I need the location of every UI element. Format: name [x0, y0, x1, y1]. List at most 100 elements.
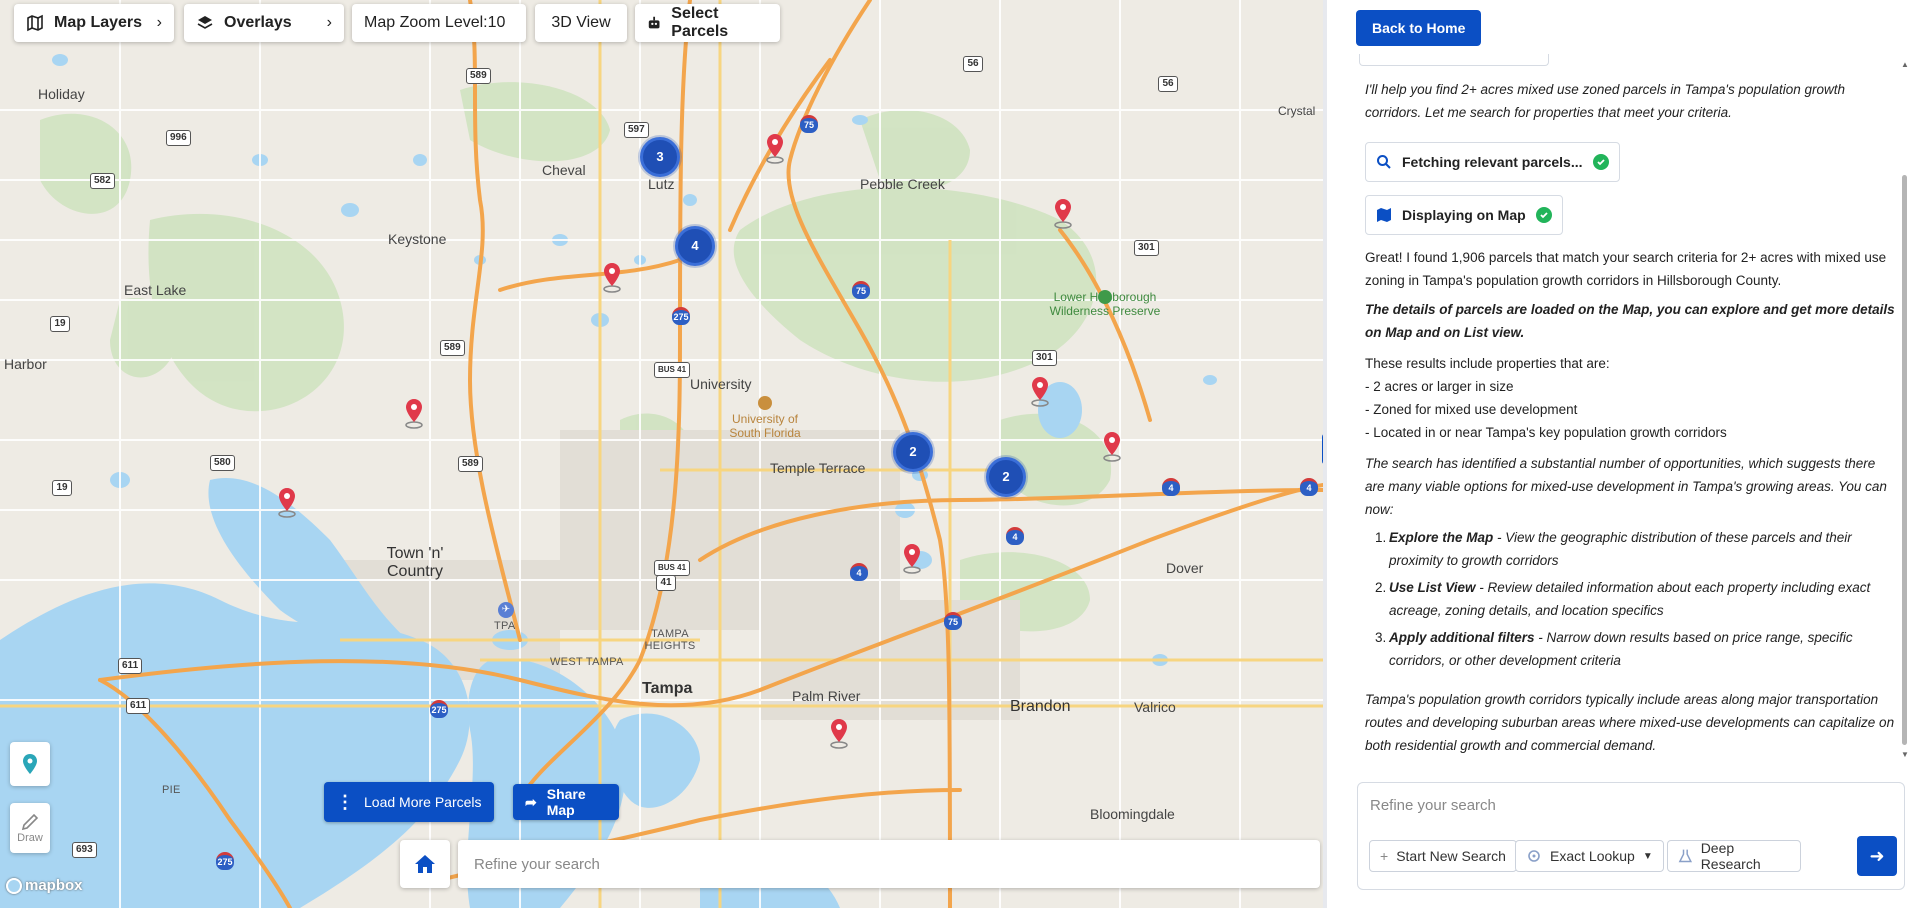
- flask-icon: [1678, 849, 1693, 863]
- place-label: Keystone: [388, 231, 447, 247]
- send-button[interactable]: ➜: [1857, 836, 1897, 876]
- route-shield: 275: [430, 700, 448, 718]
- exact-lookup-dropdown[interactable]: Exact Lookup ▼: [1515, 840, 1664, 872]
- select-parcels-label: Select Parcels: [671, 5, 729, 40]
- scroll-down-icon: ▼: [1901, 750, 1909, 759]
- closing-message: Tampa's population growth corridors typi…: [1365, 692, 1895, 753]
- status-displaying: Displaying on Map: [1365, 195, 1563, 235]
- map-layers-label: Map Layers: [54, 14, 143, 31]
- share-map-button[interactable]: ➦ Share Map: [513, 784, 619, 820]
- airport-icon: ✈: [498, 602, 514, 618]
- parcel-pin-icon[interactable]: [828, 717, 850, 749]
- arrow-right-icon: ➜: [1869, 846, 1885, 866]
- parcel-pin-icon[interactable]: [764, 132, 786, 164]
- route-shield: BUS 41: [654, 362, 691, 378]
- results-found-message: Great! I found 1,906 parcels that match …: [1365, 250, 1887, 288]
- more-vertical-icon: ⋮: [336, 791, 354, 812]
- location-tool-button[interactable]: [10, 742, 50, 786]
- route-shield: 589: [466, 68, 491, 84]
- load-more-parcels-button[interactable]: ⋮ Load More Parcels: [324, 782, 494, 822]
- step-item: 1. Explore the Map - View the geographic …: [1365, 526, 1895, 572]
- assistant-intro-message: I'll help you find 2+ acres mixed use zo…: [1365, 82, 1846, 120]
- 3d-view-button[interactable]: 3D View: [535, 4, 627, 42]
- mapbox-label: mapbox: [25, 877, 83, 894]
- place-label: University: [690, 376, 752, 392]
- start-new-search-button[interactable]: + Start New Search: [1369, 840, 1517, 872]
- chat-scrollbar[interactable]: ▲ ▼: [1900, 60, 1909, 760]
- parcel-pin-icon[interactable]: [403, 397, 425, 429]
- parcel-cluster[interactable]: 2: [986, 457, 1026, 497]
- 3d-view-label: 3D View: [551, 14, 611, 31]
- place-label: East Lake: [124, 282, 187, 298]
- scrollbar-thumb[interactable]: [1902, 175, 1907, 745]
- select-parcels-button[interactable]: Select Parcels: [635, 4, 780, 42]
- route-shield: 582: [90, 173, 115, 189]
- results-item: - Located in or near Tampa's key populat…: [1365, 425, 1727, 440]
- draw-tool-button[interactable]: Draw: [10, 803, 50, 853]
- route-shield: 56: [1158, 76, 1178, 92]
- route-shield: 19: [50, 316, 70, 332]
- share-icon: ➦: [525, 793, 537, 810]
- parcel-pin-icon[interactable]: [1052, 197, 1074, 229]
- route-shield: 75: [852, 281, 870, 299]
- mapbox-icon: [6, 877, 22, 894]
- place-label: Brandon: [1010, 698, 1071, 715]
- route-shield: 611: [118, 658, 143, 674]
- opportunities-message: The search has identified a substantial …: [1365, 456, 1887, 517]
- status-fetching: Fetching relevant parcels...: [1365, 142, 1620, 182]
- route-shield: 301: [1134, 240, 1159, 256]
- collapse-panel-button[interactable]: ›: [1322, 433, 1323, 465]
- refine-search-box: Refine your search: [1357, 782, 1905, 890]
- parcel-cluster[interactable]: 2: [893, 432, 933, 472]
- map-search-placeholder: Refine your search: [474, 855, 600, 873]
- chevron-right-icon: ›: [326, 14, 332, 31]
- route-shield: BUS 41: [654, 560, 691, 576]
- map-layers-button[interactable]: Map Layers ›: [14, 4, 174, 42]
- app-root: Holiday Cheval Lutz Pebble Creek Keyston…: [0, 0, 1918, 908]
- status-fetching-label: Fetching relevant parcels...: [1402, 154, 1583, 170]
- route-shield: 611: [126, 698, 151, 714]
- parcel-pin-icon[interactable]: [1029, 375, 1051, 407]
- route-shield: 275: [216, 852, 234, 870]
- home-button[interactable]: [400, 840, 450, 888]
- check-icon: [1535, 207, 1552, 223]
- deep-research-button[interactable]: Deep Research: [1667, 840, 1801, 872]
- parcel-pin-icon[interactable]: [1101, 430, 1123, 462]
- start-new-label: Start New Search: [1396, 848, 1506, 864]
- parcel-cluster[interactable]: 3: [640, 137, 680, 177]
- check-icon: [1592, 154, 1609, 170]
- step-number: 2.: [1375, 580, 1387, 595]
- results-list: These results include properties that ar…: [1365, 352, 1895, 444]
- place-label: Harbor: [4, 356, 47, 372]
- route-shield: 597: [624, 122, 649, 138]
- crosshair-icon: [1528, 850, 1540, 862]
- place-label: Crystal: [1278, 104, 1316, 118]
- map-canvas[interactable]: Holiday Cheval Lutz Pebble Creek Keyston…: [0, 0, 1323, 908]
- step-item: 3. Apply additional filters - Narrow down…: [1365, 626, 1895, 672]
- place-label: Lutz: [648, 176, 675, 192]
- results-item: - Zoned for mixed use development: [1365, 402, 1578, 417]
- route-shield: 19: [52, 480, 72, 496]
- refine-search-input[interactable]: Refine your search: [1370, 797, 1496, 814]
- step-title: Explore the Map: [1389, 530, 1494, 545]
- place-label: Temple Terrace: [770, 460, 866, 476]
- overlays-button[interactable]: Overlays ›: [184, 4, 344, 42]
- robot-icon: [648, 16, 660, 29]
- parcel-pin-icon[interactable]: [276, 486, 298, 518]
- parcel-pin-icon[interactable]: [901, 542, 923, 574]
- place-label: University of South Florida: [729, 412, 801, 440]
- place-label: Palm River: [792, 688, 861, 704]
- parcel-cluster[interactable]: 4: [675, 226, 715, 266]
- plus-icon: +: [1380, 848, 1389, 864]
- place-label: PIE: [162, 784, 181, 796]
- step-title: Apply additional filters: [1389, 630, 1535, 645]
- map-search-input[interactable]: Refine your search: [458, 840, 1320, 888]
- parcel-pin-icon[interactable]: [601, 261, 623, 293]
- chevron-right-icon: ›: [156, 14, 162, 31]
- place-label: WEST TAMPA: [550, 656, 624, 668]
- draw-label: Draw: [17, 832, 43, 844]
- overlays-label: Overlays: [224, 14, 292, 31]
- map-icon: [27, 14, 43, 32]
- back-to-home-button[interactable]: Back to Home: [1356, 10, 1482, 46]
- deep-research-label: Deep Research: [1700, 840, 1761, 872]
